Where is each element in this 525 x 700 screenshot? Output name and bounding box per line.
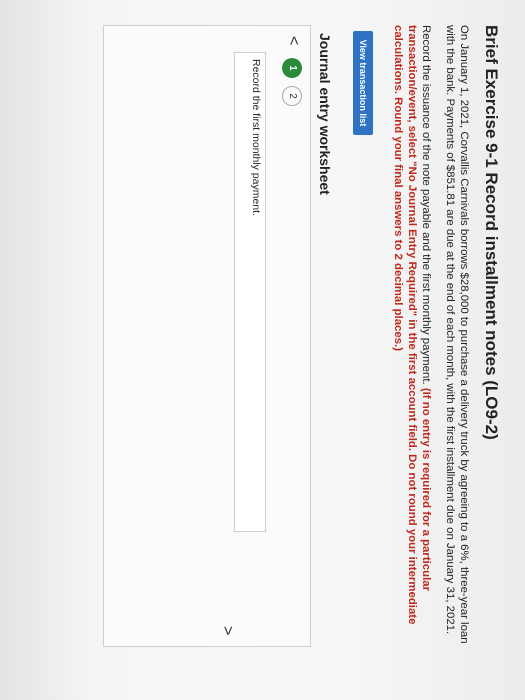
screen-photo: Brief Exercise 9-1 Record installment no… [0, 0, 525, 700]
worksheet-instruction: Record the first monthly payment. [234, 52, 266, 532]
worksheet-panel: < 1 2 > Record the first monthly payment… [103, 25, 311, 647]
page-title: Brief Exercise 9-1 Record installment no… [482, 25, 501, 440]
chevron-left-icon[interactable]: < [284, 36, 302, 45]
problem-text: On January 1, 2021, Corvallis Carnivals … [444, 25, 470, 644]
worksheet-page-2[interactable]: 2 [282, 86, 302, 106]
requirement-plain: Record the issuance of the note payable … [420, 25, 432, 388]
worksheet-title: Journal entry worksheet [317, 33, 333, 195]
requirement-text: Record the issuance of the note payable … [391, 25, 433, 665]
worksheet-page-1[interactable]: 1 [282, 58, 302, 78]
chevron-right-icon[interactable]: > [218, 626, 236, 635]
exercise-page: Brief Exercise 9-1 Record installment no… [17, 5, 507, 695]
view-transaction-list-button[interactable]: View transaction list [353, 31, 373, 135]
